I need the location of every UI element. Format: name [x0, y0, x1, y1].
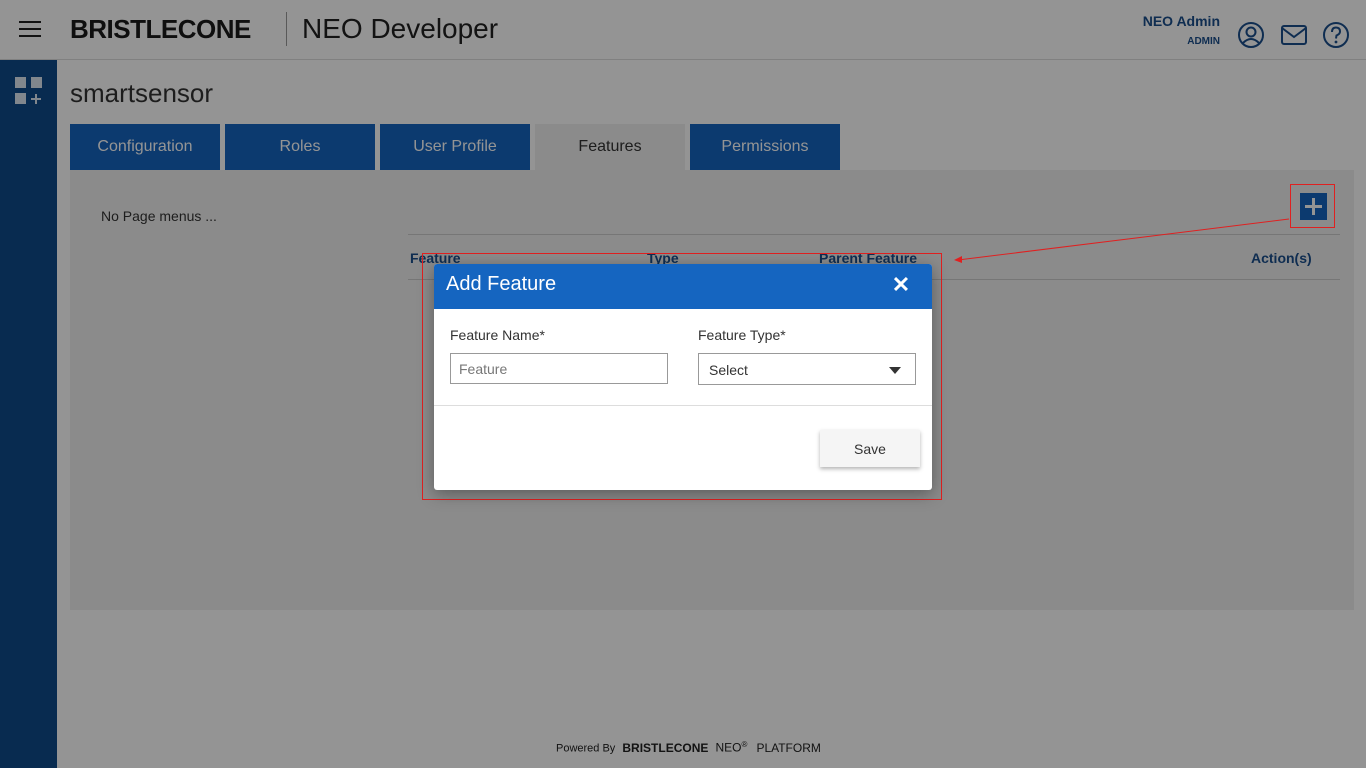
- feature-type-value: Select: [709, 362, 748, 378]
- chevron-down-icon: [889, 367, 901, 374]
- save-button[interactable]: Save: [820, 430, 920, 467]
- dialog-divider: [434, 405, 932, 406]
- feature-type-label: Feature Type*: [698, 327, 786, 343]
- dialog-header: Add Feature ✕: [434, 264, 932, 309]
- feature-name-label: Feature Name*: [450, 327, 545, 343]
- feature-name-input[interactable]: [450, 353, 668, 384]
- feature-type-select[interactable]: Select: [698, 353, 916, 385]
- dialog-title: Add Feature: [446, 273, 557, 295]
- close-icon[interactable]: ✕: [890, 274, 912, 296]
- highlight-box-add-button: [1290, 184, 1335, 228]
- add-feature-dialog: Add Feature ✕ Feature Name* Feature Type…: [434, 264, 932, 490]
